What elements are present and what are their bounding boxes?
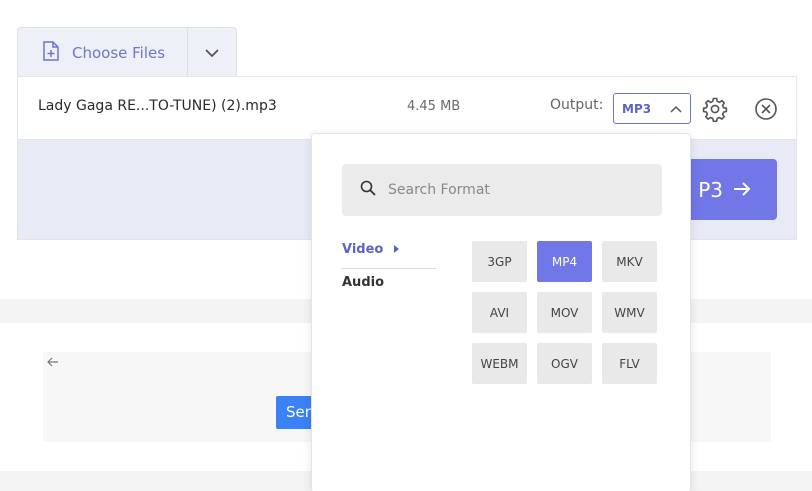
format-option-mkv[interactable]: MKV: [602, 241, 657, 282]
file-size: 4.45 MB: [407, 99, 461, 114]
gear-icon[interactable]: [702, 96, 728, 123]
format-option-3gp[interactable]: 3GP: [472, 241, 527, 282]
file-name: Lady Gaga RE...TO-TUNE) (2).mp3: [38, 98, 277, 114]
format-option-flv[interactable]: FLV: [602, 343, 657, 384]
chevron-up-icon: [670, 102, 682, 116]
caret-right-icon: [394, 245, 399, 253]
search-icon: [360, 180, 376, 200]
category-video[interactable]: Video: [342, 242, 436, 269]
choose-files-button[interactable]: Choose Files: [18, 28, 188, 77]
arrow-left-icon[interactable]: [47, 356, 59, 370]
choose-files-group: Choose Files: [17, 27, 237, 77]
format-search-input[interactable]: [388, 182, 648, 198]
format-search-box: [342, 164, 662, 216]
file-row: Lady Gaga RE...TO-TUNE) (2).mp3 4.45 MB …: [17, 76, 797, 140]
format-option-ogv[interactable]: OGV: [537, 343, 592, 384]
file-add-icon: [42, 40, 60, 65]
output-label: Output:: [550, 97, 604, 113]
choose-files-dropdown-button[interactable]: [188, 28, 236, 77]
convert-label: P3: [698, 177, 723, 202]
format-option-mp4[interactable]: MP4: [537, 241, 592, 282]
category-audio[interactable]: Audio: [342, 275, 384, 290]
chevron-down-icon: [204, 43, 220, 62]
choose-files-label: Choose Files: [72, 43, 166, 62]
format-option-mov[interactable]: MOV: [537, 292, 592, 333]
format-option-avi[interactable]: AVI: [472, 292, 527, 333]
category-video-label: Video: [342, 242, 384, 257]
arrow-right-icon: [733, 178, 751, 202]
output-format-value: MP3: [622, 101, 652, 116]
format-dropdown: Video Audio 3GP MP4 MKV AVI MOV WMV WEBM…: [311, 133, 691, 491]
close-circle-icon[interactable]: [753, 96, 779, 122]
format-option-webm[interactable]: WEBM: [472, 343, 527, 384]
output-format-select[interactable]: MP3: [613, 93, 691, 124]
format-option-wmv[interactable]: WMV: [602, 292, 657, 333]
